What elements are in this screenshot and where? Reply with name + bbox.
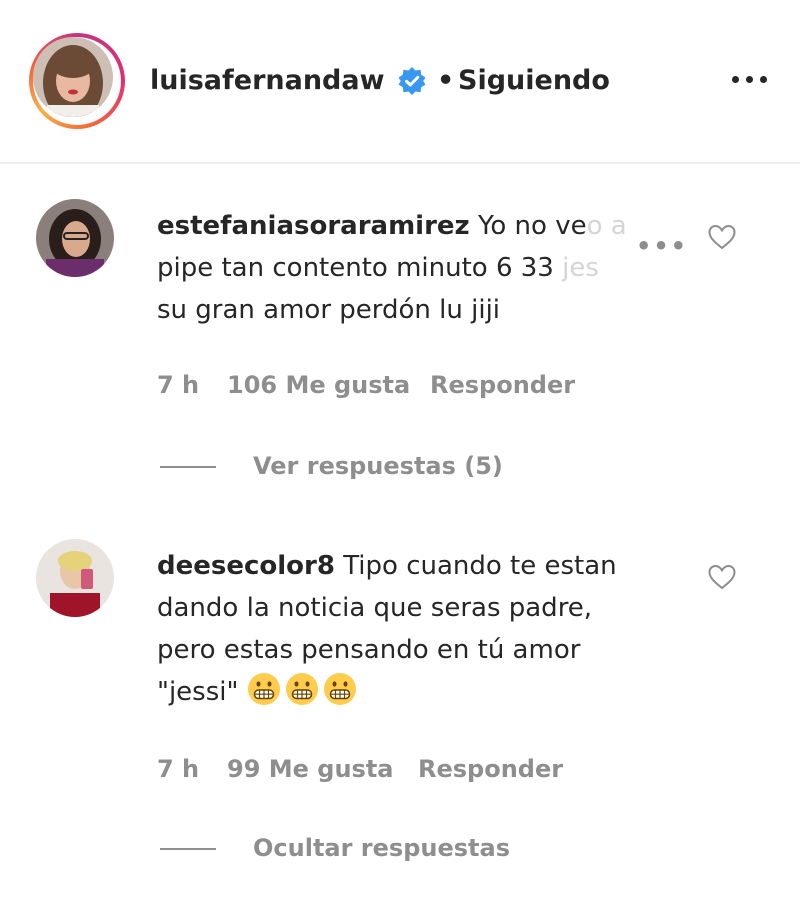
comment-text: estefaniasoraramirez Yo no veo a pipe ta…	[157, 211, 627, 325]
reply-button[interactable]: Responder	[430, 368, 575, 402]
comment-text: deesecolor8 Tipo cuando te estan dando l…	[157, 551, 617, 707]
comment-likes[interactable]: 106 Me gusta	[227, 368, 410, 402]
replies-line	[160, 848, 216, 850]
comment-time[interactable]: 7 h	[157, 368, 199, 402]
comment-time[interactable]: 7 h	[157, 752, 199, 786]
like-heart-icon[interactable]	[707, 222, 737, 252]
grimacing-face-icon	[285, 673, 318, 705]
comment-likes[interactable]: 99 Me gusta	[227, 752, 394, 786]
verified-badge-icon	[398, 67, 426, 95]
story-ring[interactable]	[29, 33, 125, 129]
following-button[interactable]: Siguiendo	[458, 62, 610, 100]
replies-line	[160, 466, 216, 468]
author-username[interactable]: luisafernandaw	[150, 62, 385, 100]
comment-meta: 7 h 106 Me gusta Responder	[157, 368, 657, 402]
post-header: luisafernandaw • Siguiendo	[0, 0, 800, 164]
reply-button[interactable]: Responder	[418, 752, 563, 786]
comment-meta: 7 h 99 Me gusta Responder	[157, 752, 657, 786]
commenter-avatar[interactable]	[36, 539, 114, 617]
commenter-username[interactable]: estefaniasoraramirez	[157, 211, 470, 241]
commenter-username[interactable]: deesecolor8	[157, 551, 335, 581]
commenter-avatar[interactable]	[36, 199, 114, 277]
grimacing-face-icon	[323, 673, 356, 705]
grimacing-face-icon	[247, 673, 280, 705]
author-avatar[interactable]	[33, 37, 113, 117]
like-heart-icon[interactable]	[707, 562, 737, 592]
more-options-icon[interactable]	[728, 70, 772, 92]
separator-dot: •	[437, 65, 455, 96]
comment-options-icon[interactable]: •••	[636, 232, 688, 260]
